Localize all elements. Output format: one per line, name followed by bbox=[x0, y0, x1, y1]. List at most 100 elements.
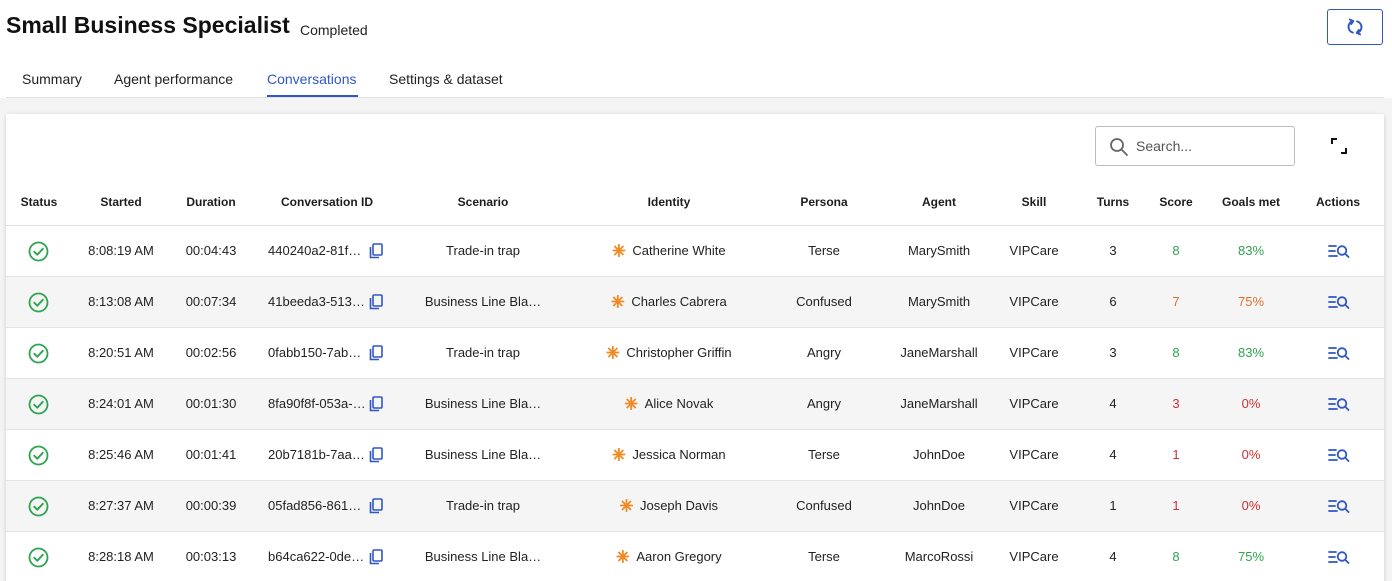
identity-name: Charles Cabrera bbox=[631, 294, 727, 309]
check-circle-icon bbox=[28, 292, 49, 313]
cell-duration: 00:03:13 bbox=[185, 549, 237, 564]
identity-name: Catherine White bbox=[632, 243, 726, 258]
cell-goals-met: 0% bbox=[1241, 498, 1261, 513]
cell-skill: VIPCare bbox=[1009, 345, 1059, 360]
identity-name: Christopher Griffin bbox=[626, 345, 732, 360]
cell-score: 7 bbox=[1172, 294, 1180, 309]
cell-persona: Angry bbox=[807, 345, 841, 360]
cell-persona: Confused bbox=[796, 294, 852, 309]
search-input[interactable] bbox=[1136, 136, 1286, 156]
cell-duration: 00:01:30 bbox=[185, 396, 237, 411]
cell-identity: Joseph Davis bbox=[619, 498, 719, 513]
refresh-button[interactable] bbox=[1327, 9, 1383, 45]
cell-goals-met: 83% bbox=[1237, 345, 1265, 360]
cell-conversation-id: b64ca622-0de… bbox=[268, 549, 365, 564]
copy-icon[interactable] bbox=[369, 294, 383, 310]
cell-persona: Terse bbox=[808, 243, 840, 258]
cell-started: 8:13:08 AM bbox=[88, 294, 154, 309]
cell-skill: VIPCare bbox=[1009, 396, 1059, 411]
cell-score: 8 bbox=[1172, 243, 1180, 258]
cell-conversation-id: 8fa90f8f-053a-… bbox=[268, 396, 366, 411]
cell-scenario: Business Line Bla… bbox=[424, 447, 542, 462]
search-list-icon[interactable] bbox=[1328, 396, 1350, 412]
cell-started: 8:20:51 AM bbox=[88, 345, 154, 360]
search-box[interactable] bbox=[1095, 126, 1295, 166]
cell-agent: JohnDoe bbox=[912, 498, 966, 513]
tab-agent-performance[interactable]: Agent performance bbox=[114, 71, 233, 87]
tab-conversations[interactable]: Conversations bbox=[267, 71, 357, 87]
table-row[interactable]: 8:25:46 AM 00:01:41 20b7181b-7aa… Business … bbox=[6, 430, 1384, 481]
cell-conversation-id: 0fabb150-7ab… bbox=[268, 345, 362, 360]
check-circle-icon bbox=[28, 547, 49, 568]
identity-name: Aaron Gregory bbox=[636, 549, 722, 564]
cell-turns: 6 bbox=[1109, 294, 1117, 309]
search-list-icon[interactable] bbox=[1328, 549, 1350, 565]
column-header-duration: Duration bbox=[186, 195, 236, 209]
asterisk-icon bbox=[619, 499, 633, 512]
status-label: Completed bbox=[300, 22, 368, 38]
tab-summary[interactable]: Summary bbox=[22, 71, 82, 87]
cell-turns: 3 bbox=[1109, 243, 1117, 258]
copy-icon[interactable] bbox=[369, 447, 383, 463]
cell-identity: Alice Novak bbox=[624, 396, 713, 411]
copy-icon[interactable] bbox=[369, 243, 383, 259]
table-row[interactable]: 8:13:08 AM 00:07:34 41beeda3-513… Business … bbox=[6, 277, 1384, 328]
cell-duration: 00:07:34 bbox=[185, 294, 237, 309]
cell-score: 8 bbox=[1172, 549, 1180, 564]
cell-score: 3 bbox=[1172, 396, 1180, 411]
copy-icon[interactable] bbox=[369, 498, 383, 514]
cell-goals-met: 0% bbox=[1241, 396, 1261, 411]
cell-score: 8 bbox=[1172, 345, 1180, 360]
cell-duration: 00:00:39 bbox=[185, 498, 237, 513]
copy-icon[interactable] bbox=[369, 549, 383, 565]
column-header-turns: Turns bbox=[1096, 195, 1130, 209]
check-circle-icon bbox=[28, 241, 49, 262]
cell-persona: Confused bbox=[796, 498, 852, 513]
cell-conversation-id: 440240a2-81f… bbox=[268, 243, 362, 258]
check-circle-icon bbox=[28, 394, 49, 415]
cell-turns: 4 bbox=[1109, 396, 1117, 411]
cell-persona: Terse bbox=[808, 447, 840, 462]
column-header-agent: Agent bbox=[922, 195, 956, 209]
search-list-icon[interactable] bbox=[1328, 447, 1350, 463]
cell-turns: 4 bbox=[1109, 447, 1117, 462]
cell-agent: MarcoRossi bbox=[904, 549, 974, 564]
cell-identity: Christopher Griffin bbox=[606, 345, 732, 360]
search-list-icon[interactable] bbox=[1328, 294, 1350, 310]
asterisk-icon bbox=[612, 244, 626, 257]
cell-started: 8:25:46 AM bbox=[88, 447, 154, 462]
cell-score: 1 bbox=[1172, 498, 1180, 513]
search-list-icon[interactable] bbox=[1328, 243, 1350, 259]
cell-scenario: Business Line Bla… bbox=[424, 549, 542, 564]
copy-icon[interactable] bbox=[369, 396, 383, 412]
search-list-icon[interactable] bbox=[1328, 498, 1350, 514]
search-list-icon[interactable] bbox=[1328, 345, 1350, 361]
cell-scenario: Business Line Bla… bbox=[424, 396, 542, 411]
cell-score: 1 bbox=[1172, 447, 1180, 462]
tab-settings-dataset[interactable]: Settings & dataset bbox=[389, 71, 503, 87]
expand-icon[interactable] bbox=[1329, 136, 1349, 156]
tab-bar: Summary Agent performance Conversations … bbox=[6, 60, 1384, 98]
cell-skill: VIPCare bbox=[1009, 243, 1059, 258]
check-circle-icon bbox=[28, 445, 49, 466]
copy-icon[interactable] bbox=[369, 345, 383, 361]
cell-agent: MarySmith bbox=[907, 294, 971, 309]
table-row[interactable]: 8:24:01 AM 00:01:30 8fa90f8f-053a-… Busines… bbox=[6, 379, 1384, 430]
column-header-persona: Persona bbox=[800, 195, 848, 209]
column-header-goals-met: Goals met bbox=[1221, 195, 1281, 209]
search-icon bbox=[1110, 138, 1128, 156]
cell-turns: 4 bbox=[1109, 549, 1117, 564]
cell-scenario: Trade-in trap bbox=[446, 345, 520, 360]
cell-duration: 00:02:56 bbox=[185, 345, 237, 360]
cell-skill: VIPCare bbox=[1009, 294, 1059, 309]
table-row[interactable]: 8:28:18 AM 00:03:13 b64ca622-0de… Business … bbox=[6, 532, 1384, 581]
identity-name: Joseph Davis bbox=[639, 498, 719, 513]
cell-identity: Aaron Gregory bbox=[616, 549, 722, 564]
table-row[interactable]: 8:20:51 AM 00:02:56 0fabb150-7ab… Trade-in … bbox=[6, 328, 1384, 379]
cell-agent: JaneMarshall bbox=[900, 396, 978, 411]
table-row[interactable]: 8:27:37 AM 00:00:39 05fad856-861… Trade-in … bbox=[6, 481, 1384, 532]
table-row[interactable]: 8:08:19 AM 00:04:43 440240a2-81f… Trade-in … bbox=[6, 226, 1384, 277]
refresh-icon bbox=[1347, 18, 1363, 36]
asterisk-icon bbox=[611, 295, 625, 308]
column-header-identity: Identity bbox=[647, 195, 691, 209]
